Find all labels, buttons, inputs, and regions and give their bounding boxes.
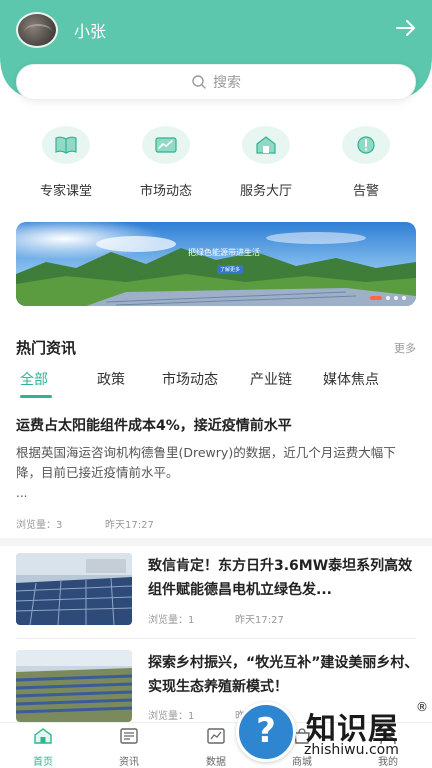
search-icon [192, 75, 206, 89]
book-icon [55, 136, 77, 154]
article-time: 昨天17:27 [235, 615, 284, 626]
article-views: 浏览量：1 [148, 711, 195, 722]
house-icon [256, 136, 276, 154]
search-placeholder: 搜索 [213, 75, 241, 91]
banner-title: 把绿色能源带进生活 [188, 248, 260, 257]
watermark-registered: ® [416, 700, 428, 714]
avatar[interactable] [16, 12, 58, 48]
news-icon [120, 728, 138, 744]
section-title: 热门资讯 [16, 339, 77, 357]
tab-market[interactable]: 市场动态 [162, 369, 218, 389]
pagination-dot-active[interactable] [370, 296, 382, 300]
section-divider [0, 538, 432, 546]
article-thumbnail[interactable] [16, 553, 132, 625]
list-divider [16, 638, 416, 639]
data-chart-icon [207, 728, 225, 744]
watermark-url: zhishiwu.com [304, 742, 399, 758]
home-icon [34, 728, 52, 744]
search-bar[interactable]: 搜索 [16, 64, 416, 100]
article-time: 昨天17:27 [105, 520, 154, 531]
entry-label: 专家课堂 [39, 184, 92, 199]
nav-label: 资讯 [119, 757, 139, 768]
banner-pagination [370, 296, 406, 300]
entry-service-hall[interactable]: 服务大厅 [216, 126, 316, 202]
watermark-question-mark: ? [256, 711, 276, 751]
quick-entries: 专家课堂 市场动态 服务大厅 告警 [16, 126, 416, 202]
tab-policy[interactable]: 政策 [97, 369, 125, 389]
nav-home[interactable]: 首页 [13, 727, 73, 768]
article-title[interactable]: 运费占太阳能组件成本4%，接近疫情前水平 [16, 415, 416, 435]
article-views: 浏览量：3 [16, 520, 63, 531]
nav-news[interactable]: 资讯 [99, 727, 159, 768]
username[interactable]: 小张 [74, 18, 106, 42]
article-thumbnail[interactable] [16, 650, 132, 722]
tab-underline [20, 395, 52, 398]
entry-label: 告警 [352, 184, 379, 199]
watermark-logo: ? [236, 702, 296, 762]
banner-tag[interactable]: 了解更多 [217, 265, 244, 274]
nav-label: 首页 [33, 757, 53, 768]
pagination-dot[interactable] [394, 296, 398, 300]
entry-alert[interactable]: 告警 [316, 126, 416, 202]
tab-media-focus[interactable]: 媒体焦点 [323, 369, 379, 389]
entry-label: 市场动态 [139, 184, 192, 199]
watermark: ? 知识屋 ® zhishiwu.com [232, 698, 432, 768]
news-tabs: 全部 政策 市场动态 产业链 媒体焦点 [16, 369, 416, 399]
article-title[interactable]: 致信肯定！东方日升3.6MW泰坦系列高效组件赋能德昌电机立绿色发... [148, 554, 420, 602]
banner-image [16, 222, 416, 306]
pagination-dot[interactable] [402, 296, 406, 300]
arrow-right-icon[interactable] [394, 16, 418, 40]
entry-expert-class[interactable]: 专家课堂 [16, 126, 116, 202]
entry-market-trends[interactable]: 市场动态 [116, 126, 216, 202]
promo-banner[interactable]: 把绿色能源带进生活 了解更多 [16, 222, 416, 306]
tab-all[interactable]: 全部 [20, 369, 48, 389]
entry-label: 服务大厅 [239, 184, 292, 199]
article-summary: 根据英国海运咨询机构德鲁里(Drewry)的数据，近几个月运费大幅下降，目前已接… [16, 445, 396, 480]
article-views: 浏览量：1 [148, 615, 195, 626]
alert-icon [357, 136, 375, 154]
solar-panels-image [16, 553, 132, 625]
solar-field-image [16, 650, 132, 722]
article-title[interactable]: 探索乡村振兴，“牧光互补”建设美丽乡村、实现生态养殖新模式！ [148, 651, 420, 699]
tab-industry-chain[interactable]: 产业链 [250, 369, 292, 389]
chart-icon [155, 137, 177, 153]
more-link[interactable]: 更多 [394, 340, 416, 356]
article-ellipsis: ... [16, 486, 28, 500]
pagination-dot[interactable] [386, 296, 390, 300]
